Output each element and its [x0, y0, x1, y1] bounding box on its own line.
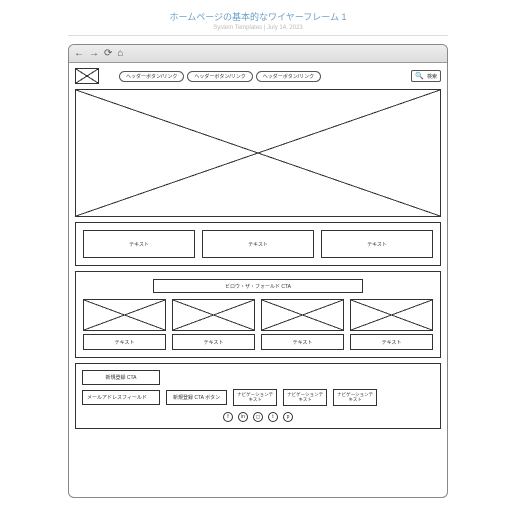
site-header: ヘッダーボタン/リンク ヘッダーボタン/リンク ヘッダーボタン/リンク 🔍 検索 [75, 68, 441, 84]
text-panel: テキスト テキスト テキスト [75, 222, 441, 266]
thumbnail-4[interactable] [350, 299, 433, 331]
search-label: 検索 [427, 73, 437, 80]
thumbnail-3[interactable] [261, 299, 344, 331]
back-icon[interactable]: ← [74, 48, 84, 59]
forward-icon[interactable]: → [89, 48, 99, 59]
browser-toolbar: ← → ⟳ ⌂ [69, 45, 447, 63]
signup-cta[interactable]: 新規登録 CTA [82, 370, 160, 385]
thumbnail-1[interactable] [83, 299, 166, 331]
logo-placeholder[interactable] [75, 68, 99, 84]
footer-panel: 新規登録 CTA メールアドレスフィールド 新規登録 CTA ボタン ナビゲーシ… [75, 363, 441, 429]
twitter-icon[interactable]: t [268, 412, 278, 422]
browser-frame: ← → ⟳ ⌂ ヘッダーボタン/リンク ヘッダーボタン/リンク ヘッダーボタン/… [68, 44, 448, 498]
pinterest-icon[interactable]: p [283, 412, 293, 422]
email-field[interactable]: メールアドレスフィールド [82, 390, 160, 405]
social-row: f in ◻ t p [82, 412, 434, 422]
thumbnail-caption-4: テキスト [350, 334, 433, 350]
header-link-2[interactable]: ヘッダーボタン/リンク [187, 71, 252, 82]
search-box[interactable]: 🔍 検索 [411, 70, 441, 82]
nav-text-1[interactable]: ナビゲーションテキスト [233, 389, 277, 406]
text-card-1[interactable]: テキスト [83, 230, 195, 258]
thumbnail-2[interactable] [172, 299, 255, 331]
hero-image-placeholder [75, 89, 441, 217]
instagram-icon[interactable]: ◻ [253, 412, 263, 422]
linkedin-icon[interactable]: in [238, 412, 248, 422]
thumbnail-caption-2: テキスト [172, 334, 255, 350]
signup-button[interactable]: 新規登録 CTA ボタン [166, 390, 227, 405]
header-link-3[interactable]: ヘッダーボタン/リンク [256, 71, 321, 82]
divider [68, 35, 448, 36]
home-icon[interactable]: ⌂ [117, 48, 123, 59]
page-subtitle: System Templates | July 14, 2023 [68, 25, 448, 31]
header-nav: ヘッダーボタン/リンク ヘッダーボタン/リンク ヘッダーボタン/リンク [119, 71, 321, 82]
reload-icon[interactable]: ⟳ [104, 48, 112, 59]
thumbnail-caption-1: テキスト [83, 334, 166, 350]
search-icon: 🔍 [415, 72, 424, 80]
thumbnail-caption-3: テキスト [261, 334, 344, 350]
below-fold-cta[interactable]: ビロウ・ザ・フォールド CTA [153, 279, 363, 293]
text-card-2[interactable]: テキスト [202, 230, 314, 258]
page-title: ホームページの基本的なワイヤーフレーム 1 [68, 10, 448, 23]
below-fold-panel: ビロウ・ザ・フォールド CTA テキスト テキスト テキスト [75, 271, 441, 358]
nav-text-3[interactable]: ナビゲーションテキスト [333, 389, 377, 406]
facebook-icon[interactable]: f [223, 412, 233, 422]
nav-text-2[interactable]: ナビゲーションテキスト [283, 389, 327, 406]
text-card-3[interactable]: テキスト [321, 230, 433, 258]
header-link-1[interactable]: ヘッダーボタン/リンク [119, 71, 184, 82]
